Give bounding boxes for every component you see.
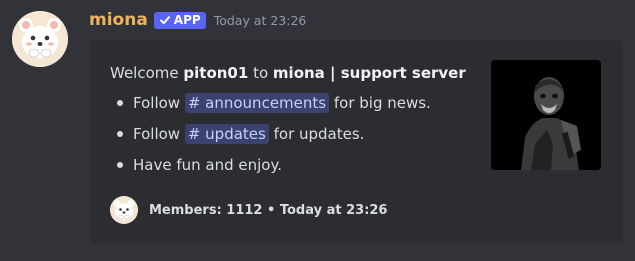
- embed-description: Welcome piton01 to miona | support serve…: [110, 62, 490, 185]
- welcome-server: miona | support server: [272, 64, 466, 82]
- channel-name: announcements: [205, 94, 327, 112]
- message-timestamp: Today at 23:26: [213, 12, 307, 28]
- embed-footer: Members: 1112 • Today at 23:26: [110, 196, 387, 224]
- bear-avatar-icon: [12, 11, 68, 67]
- bear-avatar-icon: [110, 196, 138, 224]
- list-item: Have fun and enjoy.: [110, 154, 490, 185]
- bullet-text: Have fun and enjoy.: [133, 156, 282, 174]
- bullet-suffix: for updates.: [268, 125, 365, 143]
- channel-name: updates: [205, 125, 266, 143]
- embed-thumbnail[interactable]: [491, 60, 601, 170]
- list-item: Follow # announcements for big news.: [110, 92, 490, 123]
- bullet-icon: [117, 131, 123, 137]
- bullet-prefix: Follow: [133, 94, 185, 112]
- welcome-line: Welcome piton01 to miona | support serve…: [110, 62, 490, 84]
- bullet-icon: [117, 100, 123, 106]
- channel-mention-announcements[interactable]: # announcements: [184, 93, 330, 113]
- app-badge-label: APP: [173, 13, 201, 27]
- author-username[interactable]: miona: [89, 10, 148, 30]
- message-header: miona APP Today at 23:26: [89, 9, 306, 31]
- welcome-prefix: Welcome: [110, 64, 184, 82]
- footer-text: Members: 1112 • Today at 23:26: [149, 202, 388, 218]
- footer-avatar: [110, 196, 138, 224]
- welcome-embed: Welcome piton01 to miona | support serve…: [90, 40, 623, 243]
- app-badge: APP: [153, 11, 206, 29]
- channel-mention-updates[interactable]: # updates: [184, 124, 269, 144]
- checkmark-icon: [159, 16, 170, 25]
- welcome-user: piton01: [183, 64, 249, 82]
- bullet-prefix: Follow: [133, 125, 185, 143]
- soldier-image: [491, 60, 601, 170]
- welcome-middle: to: [248, 64, 273, 82]
- author-avatar[interactable]: [12, 11, 68, 67]
- bullet-suffix: for big news.: [329, 94, 431, 112]
- list-item: Follow # updates for updates.: [110, 123, 490, 154]
- bullet-icon: [117, 162, 123, 168]
